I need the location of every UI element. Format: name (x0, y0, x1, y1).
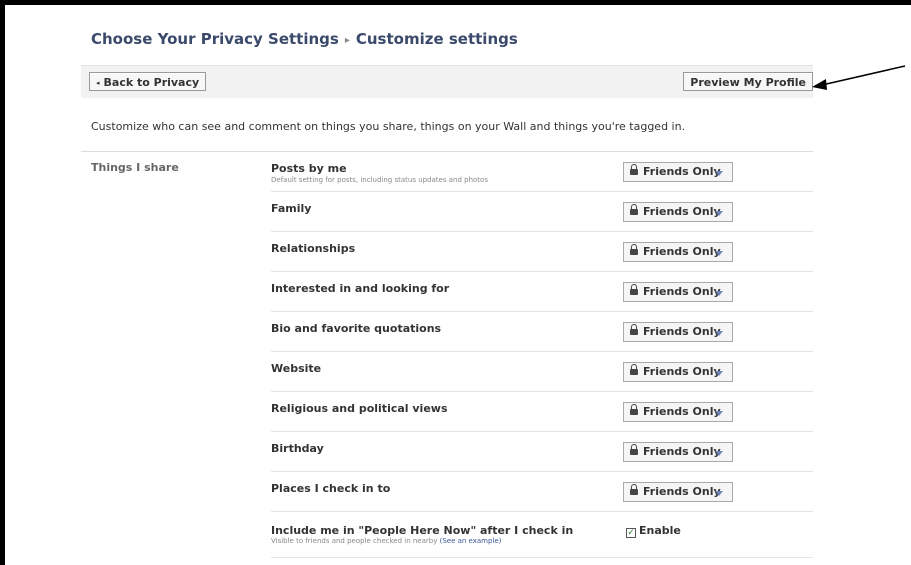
annotation-arrow-line (821, 65, 906, 86)
annotation-arrow-head (812, 79, 827, 90)
arrow-annotation (812, 65, 906, 90)
